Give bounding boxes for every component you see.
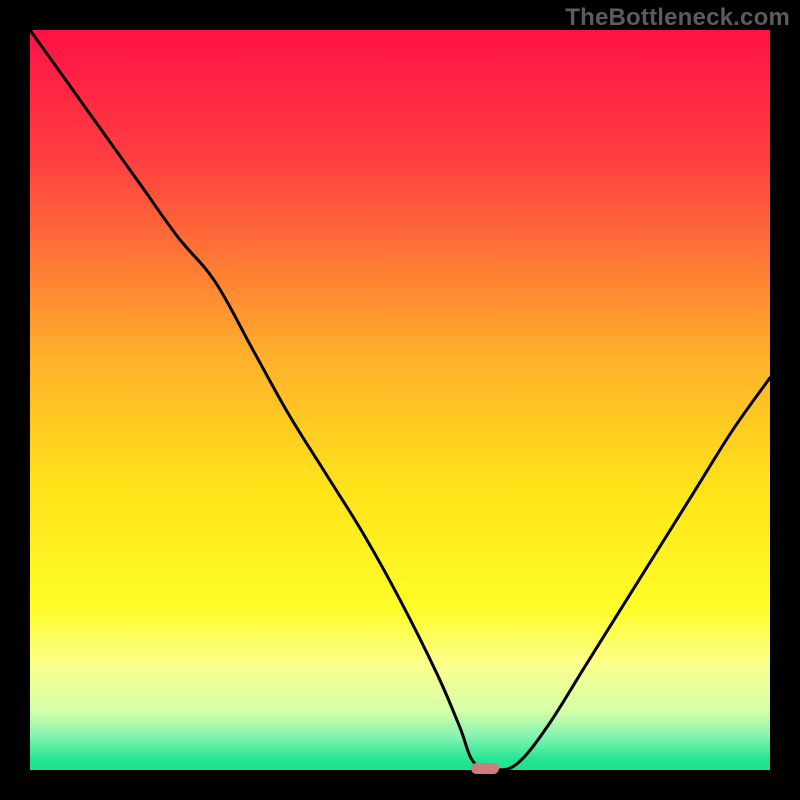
gradient-background <box>30 30 770 770</box>
optimal-marker <box>471 763 499 774</box>
watermark-label: TheBottleneck.com <box>565 4 790 32</box>
chart-frame: TheBottleneck.com <box>0 0 800 800</box>
bottleneck-plot <box>30 30 770 770</box>
